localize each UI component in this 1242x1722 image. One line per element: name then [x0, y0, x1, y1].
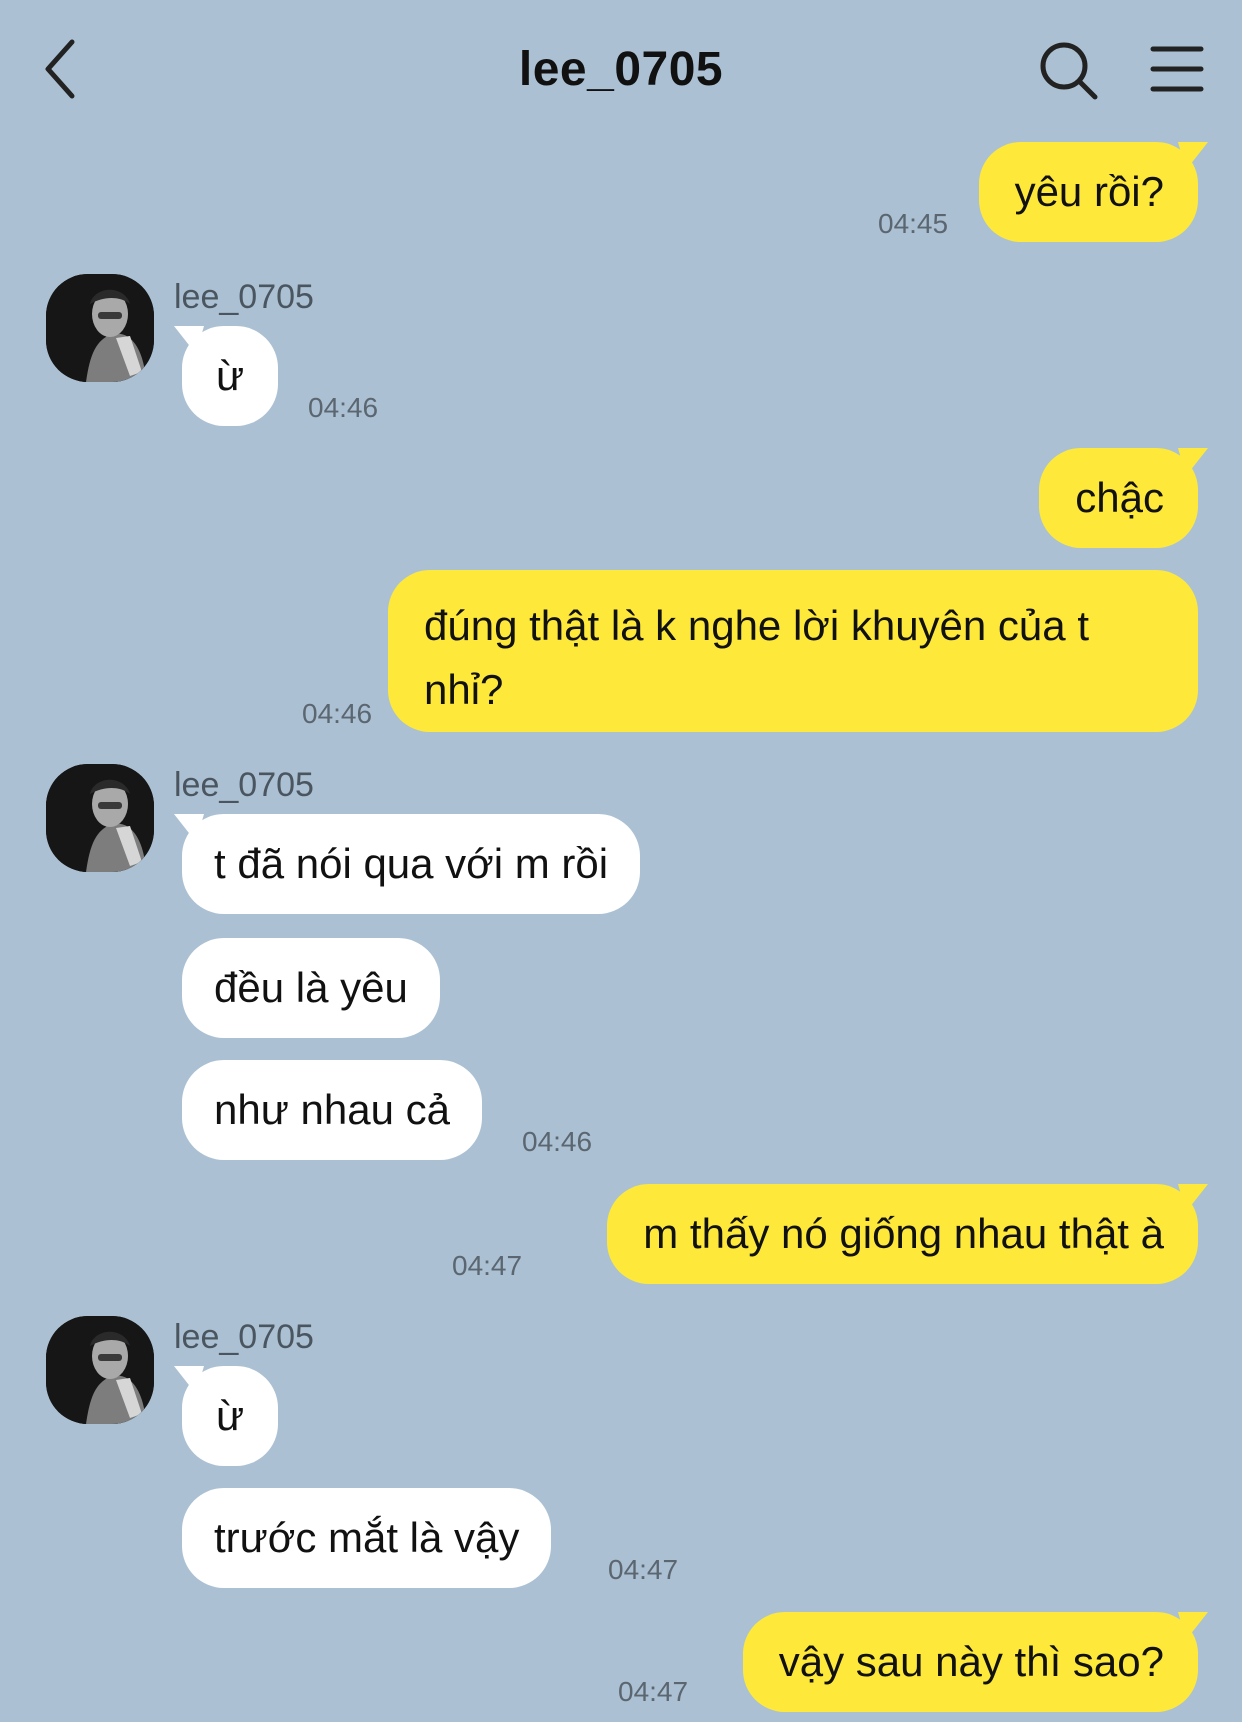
bubble-tail — [174, 1366, 204, 1394]
outgoing-message-bubble[interactable]: vậy sau này thì sao? — [742, 1612, 1208, 1712]
incoming-message-bubble[interactable]: ừ — [174, 1366, 279, 1466]
message-time: 04:46 — [302, 698, 373, 729]
incoming-message-bubble[interactable]: trước mắt là vậy — [182, 1488, 552, 1588]
outgoing-message-bubble[interactable]: yêu rồi? — [978, 142, 1208, 242]
message-time: 04:46 — [308, 392, 379, 423]
avatar[interactable] — [46, 274, 154, 382]
message-text: trước mắt là vậy — [214, 1514, 520, 1561]
bubble-tail — [174, 814, 204, 842]
outgoing-message-bubble[interactable]: chậc — [1039, 448, 1208, 548]
bubble-tail — [174, 326, 204, 354]
message-time: 04:47 — [618, 1676, 689, 1707]
message-text: chậc — [1075, 474, 1164, 521]
hamburger-menu-icon — [1150, 46, 1204, 92]
message-time: 04:47 — [452, 1250, 523, 1281]
message-text: t đã nói qua với m rồi — [214, 840, 609, 887]
outgoing-message-bubble[interactable]: m thấy nó giống nhau thật à — [607, 1184, 1208, 1284]
message-text: vậy sau này thì sao? — [778, 1638, 1164, 1685]
search-button[interactable] — [1038, 40, 1100, 102]
message-time: 04:47 — [608, 1554, 679, 1585]
message-time: 04:45 — [878, 208, 949, 239]
bubble-tail — [1178, 142, 1208, 170]
message-text: m thấy nó giống nhau thật à — [643, 1210, 1164, 1257]
message-text: ừ — [216, 352, 245, 399]
sender-name: lee_0705 — [174, 278, 314, 316]
message-text: đều là yêu — [214, 964, 408, 1011]
message-text: yêu rồi? — [1014, 168, 1164, 215]
menu-button[interactable] — [1150, 44, 1204, 94]
bubble-tail — [1178, 1612, 1208, 1640]
incoming-message-bubble[interactable]: đều là yêu — [182, 938, 440, 1038]
message-time: 04:46 — [522, 1126, 593, 1157]
message-text: như nhau cả — [214, 1086, 450, 1133]
bubble-tail — [1178, 448, 1208, 476]
avatar[interactable] — [46, 1316, 154, 1424]
outgoing-message-bubble[interactable]: đúng thật là k nghe lời khuyên của t nhỉ… — [388, 570, 1198, 732]
bubble-tail — [1178, 1184, 1208, 1212]
avatar[interactable] — [46, 764, 154, 872]
sender-name: lee_0705 — [174, 1318, 314, 1356]
incoming-message-bubble[interactable]: như nhau cả — [182, 1060, 482, 1160]
incoming-message-bubble[interactable]: ừ — [174, 326, 279, 426]
sender-name: lee_0705 — [174, 766, 314, 804]
message-text: đúng thật là k nghe lời khuyên của t nhỉ… — [424, 602, 1089, 713]
incoming-message-bubble[interactable]: t đã nói qua với m rồi — [174, 814, 641, 914]
chat-header: lee_0705 — [0, 0, 1242, 140]
search-icon — [1040, 42, 1098, 100]
message-text: ừ — [216, 1392, 245, 1439]
